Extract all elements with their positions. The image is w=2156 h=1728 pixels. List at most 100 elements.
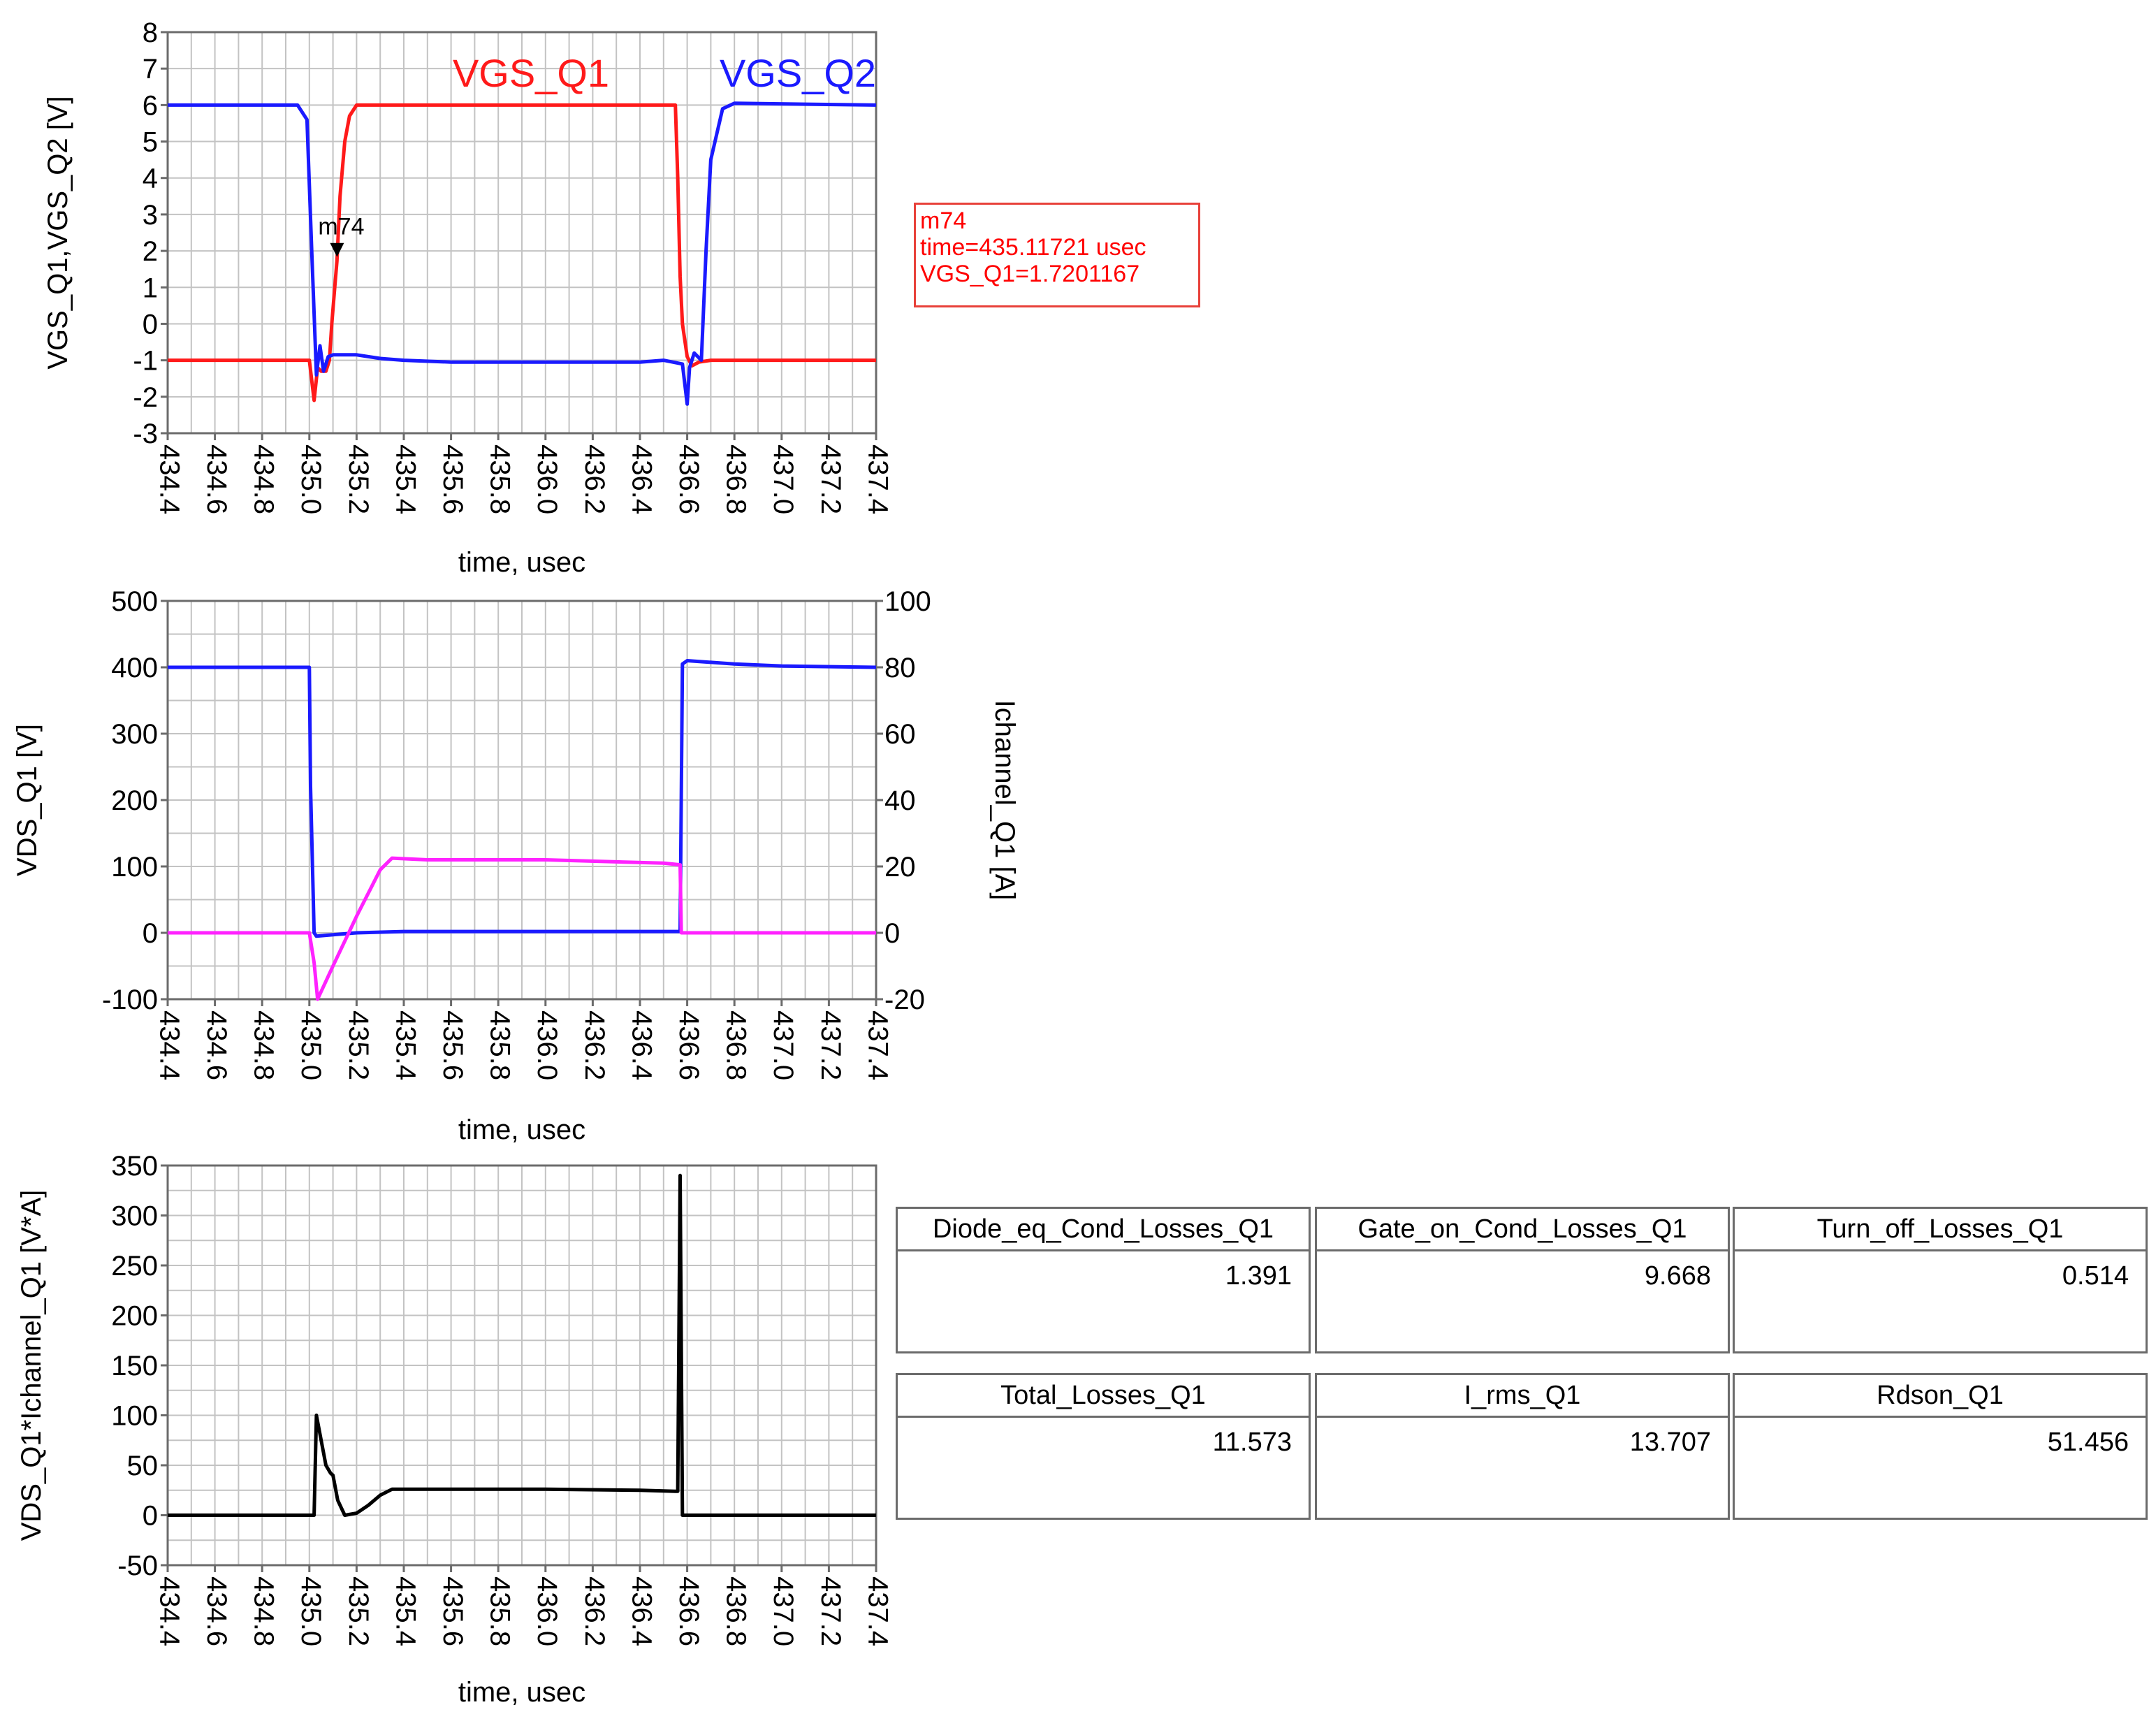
x-axis-title: time, usec [458, 1677, 585, 1708]
x-tick-label: 436.8 [721, 1010, 752, 1080]
table-header: Turn_off_Losses_Q1 [1735, 1209, 2146, 1251]
y-tick-label: 100 [111, 852, 158, 883]
x-tick-label: 434.6 [201, 1576, 232, 1646]
y2-tick-label: 60 [884, 719, 916, 750]
y2-tick-label: 100 [884, 586, 931, 617]
x-tick-label: 436.2 [579, 444, 610, 514]
x-tick-label: 437.0 [768, 444, 799, 514]
y-tick-label: 400 [111, 653, 158, 683]
x-tick-label: 436.2 [579, 1576, 610, 1646]
x-tick-label: 434.6 [201, 444, 232, 514]
marker-triangle [330, 242, 344, 257]
x-tick-label: 435.8 [485, 1576, 516, 1646]
y-tick-label: 300 [111, 1201, 158, 1232]
marker-readout-m74: m74 time=435.11721 usec VGS_Q1=1.7201167 [914, 203, 1200, 307]
x-tick-label: 437.4 [862, 1576, 893, 1646]
x-tick-label: 435.2 [343, 444, 374, 514]
y-tick-label: 1 [143, 273, 158, 303]
x-tick-label: 437.2 [815, 1010, 846, 1080]
x-tick-label: 435.6 [437, 1576, 468, 1646]
x-tick-label: 436.4 [626, 1576, 657, 1646]
x-tick-label: 436.6 [673, 444, 704, 514]
x-tick-label: 434.8 [249, 1576, 279, 1646]
y-axis-title: VDS_Q1 [V] [12, 724, 43, 876]
x-tick-label: 435.0 [296, 1576, 326, 1646]
table-rdson: Rdson_Q1 51.456 [1733, 1373, 2148, 1520]
marker-label: m74 [318, 214, 364, 240]
x-tick-label: 436.2 [579, 1010, 610, 1080]
x-axis-title: time, usec [458, 547, 585, 578]
x-tick-label: 435.6 [437, 1010, 468, 1080]
x-axis-title: time, usec [458, 1115, 585, 1145]
y2-axis-title: Ichannel_Q1 [A] [989, 700, 1020, 901]
marker-readout-value: VGS_Q1=1.7201167 [920, 261, 1140, 287]
x-tick-label: 436.6 [673, 1010, 704, 1080]
x-tick-label: 435.8 [485, 444, 516, 514]
x-tick-label: 435.6 [437, 444, 468, 514]
table-value: 13.707 [1629, 1428, 1711, 1457]
table-turn-off-losses: Turn_off_Losses_Q1 0.514 [1733, 1207, 2148, 1353]
y-tick-label: 50 [127, 1451, 159, 1481]
table-header: Total_Losses_Q1 [898, 1375, 1309, 1418]
x-tick-label: 436.0 [532, 1010, 562, 1080]
x-tick-label: 436.0 [532, 444, 562, 514]
x-tick-label: 434.8 [249, 444, 279, 514]
table-diode-eq-cond-losses: Diode_eq_Cond_Losses_Q1 1.391 [896, 1207, 1311, 1353]
y-tick-label: 0 [143, 918, 158, 949]
y-tick-label: 150 [111, 1351, 158, 1381]
y2-tick-label: 20 [884, 852, 916, 883]
x-tick-label: 434.4 [154, 444, 184, 514]
y-tick-label: 250 [111, 1251, 158, 1282]
y-tick-label: -1 [133, 346, 158, 377]
table-total-losses: Total_Losses_Q1 11.573 [896, 1373, 1311, 1520]
y-tick-label: 0 [143, 309, 158, 340]
x-tick-label: 437.0 [768, 1010, 799, 1080]
x-tick-label: 436.0 [532, 1576, 562, 1646]
y-tick-label: 2 [143, 236, 158, 267]
x-tick-label: 434.4 [154, 1576, 184, 1646]
y-tick-label: 3 [143, 200, 158, 231]
y-tick-label: 0 [143, 1501, 158, 1532]
y2-tick-label: -20 [884, 985, 925, 1015]
x-tick-label: 436.8 [721, 1576, 752, 1646]
table-header: Gate_on_Cond_Losses_Q1 [1317, 1209, 1728, 1251]
x-tick-label: 436.4 [626, 1010, 657, 1080]
x-tick-label: 437.4 [862, 1010, 893, 1080]
chart-2: 434.4 434.6 434.8 435.0 435.2 435.4 435.6 435.8… [12, 586, 1020, 1145]
table-value: 0.514 [2062, 1261, 2129, 1291]
series-label-vgs-q2: VGS_Q2 [720, 51, 876, 95]
y-tick-label: -100 [102, 985, 158, 1015]
y2-tick-label: 80 [884, 653, 916, 683]
table-i-rms: I_rms_Q1 13.707 [1315, 1373, 1730, 1520]
y-tick-label: 300 [111, 719, 158, 750]
x-tick-label: 436.8 [721, 444, 752, 514]
y-tick-label: 4 [143, 164, 158, 194]
chart-3: 434.4 434.6 434.8 435.0 435.2 435.4 435.6 435.8… [16, 1151, 893, 1708]
table-value: 11.573 [1212, 1428, 1292, 1457]
series-label-vgs-q1: VGS_Q1 [453, 51, 609, 95]
x-tick-label: 437.4 [862, 444, 893, 514]
x-tick-label: 435.0 [296, 444, 326, 514]
table-value: 51.456 [2047, 1428, 2129, 1457]
x-tick-label: 435.4 [390, 1010, 421, 1080]
table-header: I_rms_Q1 [1317, 1375, 1728, 1418]
y-tick-label: 200 [111, 1301, 158, 1332]
x-tick-label: 435.8 [485, 1010, 516, 1080]
x-tick-label: 435.2 [343, 1576, 374, 1646]
marker-readout-time: time=435.11721 usec [920, 234, 1146, 261]
y-tick-label: -3 [133, 419, 158, 449]
chart-1: 434.4 434.6 434.8 435.0 435.2 435.4 435.6 435.8… [43, 17, 893, 578]
x-tick-label: 434.6 [201, 1010, 232, 1080]
x-tick-label: 437.0 [768, 1576, 799, 1646]
y-tick-label: 7 [143, 54, 158, 85]
y-axis-title: VGS_Q1,VGS_Q2 [V] [43, 96, 73, 369]
y-tick-label: -50 [117, 1551, 158, 1581]
table-header: Diode_eq_Cond_Losses_Q1 [898, 1209, 1309, 1251]
y-tick-label: 200 [111, 785, 158, 816]
y-tick-label: 350 [111, 1151, 158, 1182]
y-tick-label: 5 [143, 127, 158, 158]
y-tick-label: 500 [111, 586, 158, 617]
y2-tick-label: 0 [884, 918, 900, 949]
x-tick-label: 434.8 [249, 1010, 279, 1080]
y-tick-label: 6 [143, 90, 158, 121]
